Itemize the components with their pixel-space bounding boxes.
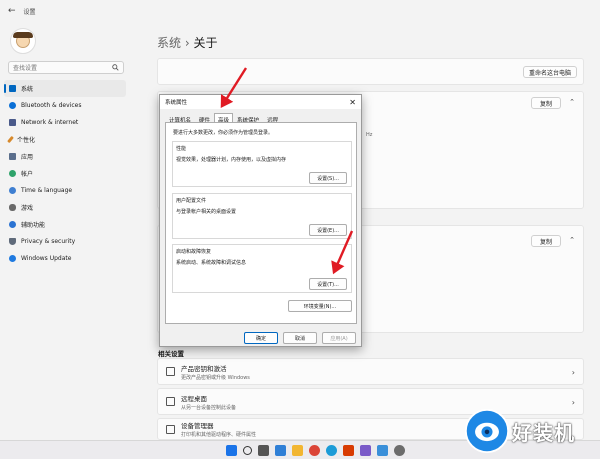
- search-placeholder: 查找设置: [13, 65, 38, 72]
- sidebar-item-time-language[interactable]: Time & language: [4, 182, 126, 199]
- start-icon[interactable]: [225, 444, 237, 456]
- refresh-rate-partial: Hz: [366, 132, 373, 138]
- sidebar-item-windows-update[interactable]: Windows Update: [4, 250, 126, 267]
- related-settings-heading: 相关设置: [158, 350, 184, 358]
- dialog-title: 系统属性: [165, 100, 188, 106]
- chevron-up-icon[interactable]: ⌃: [569, 98, 575, 106]
- chevron-right-icon: ›: [571, 368, 575, 377]
- page-title: 系统 › 关于: [157, 34, 218, 51]
- avatar[interactable]: [10, 28, 36, 54]
- key-icon: [166, 367, 175, 376]
- system-properties-dialog: 系统属性 ✕ 计算机名 硬件 高级 系统保护 远程 要进行大多数更改，你必须作为…: [159, 94, 362, 347]
- startup-recovery-group-desc: 系统启动、系统故障和调试信息: [176, 260, 247, 266]
- admin-note: 要进行大多数更改，你必须作为管理员登录。: [173, 130, 274, 136]
- avatar-face-icon: [13, 32, 33, 48]
- brush-icon: [7, 135, 14, 144]
- app-icon[interactable]: [359, 444, 371, 456]
- store-icon[interactable]: [376, 444, 388, 456]
- performance-group: 性能 视觉效果，处理器计划，内存使用，以及虚拟内存 设置(S)...: [172, 141, 352, 187]
- shield-icon: [9, 238, 16, 245]
- breadcrumb-chevron-icon: ›: [184, 36, 190, 50]
- user-profiles-settings-button[interactable]: 设置(E)...: [309, 224, 347, 236]
- sidebar-item-accounts[interactable]: 帐户: [4, 165, 126, 182]
- back-arrow-icon[interactable]: ←: [8, 6, 16, 16]
- dialog-titlebar: 系统属性 ✕: [160, 95, 361, 109]
- related-row-activation[interactable]: 产品密钥和激活 更改产品密钥或升级 Windows ›: [157, 358, 584, 385]
- advanced-tab-panel: 要进行大多数更改，你必须作为管理员登录。 性能 视觉效果，处理器计划，内存使用，…: [165, 122, 357, 324]
- device-manager-icon: [166, 424, 175, 434]
- gamepad-icon: [9, 204, 16, 211]
- chevron-right-icon: ›: [571, 398, 575, 407]
- user-profiles-group-desc: 与登录帐户相关的桌面设置: [176, 209, 237, 215]
- startup-recovery-group: 启动和故障恢复 系统启动、系统故障和调试信息 设置(T)...: [172, 244, 352, 293]
- copy-button[interactable]: 复制: [531, 97, 561, 109]
- startup-recovery-group-title: 启动和故障恢复: [176, 249, 212, 255]
- copy-button-2[interactable]: 复制: [531, 235, 561, 247]
- search-icon: [112, 64, 119, 71]
- widgets-icon[interactable]: [274, 444, 286, 456]
- sidebar: 查找设置 系统 Bluetooth & devices Network & in…: [0, 22, 128, 441]
- user-profiles-group: 用户配置文件 与登录帐户相关的桌面设置 设置(E)...: [172, 193, 352, 239]
- window-title: 设置: [23, 8, 36, 16]
- globe-clock-icon: [9, 187, 16, 194]
- breadcrumb-parent[interactable]: 系统: [157, 36, 181, 50]
- close-icon[interactable]: ✕: [349, 98, 356, 107]
- cancel-button[interactable]: 取消: [283, 332, 317, 344]
- chevron-up-icon-2[interactable]: ⌃: [569, 236, 575, 244]
- task-view-icon[interactable]: [257, 444, 269, 456]
- account-icon: [9, 170, 16, 177]
- wifi-icon: [9, 119, 16, 126]
- breadcrumb-current: 关于: [193, 36, 218, 50]
- sidebar-item-personalization[interactable]: 个性化: [4, 131, 126, 148]
- apply-button[interactable]: 应用(A): [322, 332, 356, 344]
- accessibility-icon: [9, 221, 16, 228]
- chrome-icon[interactable]: [308, 444, 320, 456]
- watermark: 好装机: [464, 408, 575, 454]
- watermark-logo-icon: [464, 408, 510, 454]
- sidebar-nav: 系统 Bluetooth & devices Network & interne…: [4, 80, 126, 267]
- settings-icon[interactable]: [393, 444, 405, 456]
- update-icon: [9, 255, 16, 262]
- sidebar-item-network[interactable]: Network & internet: [4, 114, 126, 131]
- sidebar-item-accessibility[interactable]: 辅助功能: [4, 216, 126, 233]
- startup-recovery-settings-button[interactable]: 设置(T)...: [309, 278, 347, 290]
- search-icon[interactable]: [242, 445, 252, 455]
- sidebar-item-gaming[interactable]: 游戏: [4, 199, 126, 216]
- watermark-text: 好装机: [512, 420, 575, 445]
- performance-group-desc: 视觉效果，处理器计划，内存使用，以及虚拟内存: [176, 157, 287, 163]
- search-input[interactable]: 查找设置: [8, 61, 124, 74]
- rename-pc-button[interactable]: 重命名这台电脑: [523, 66, 577, 78]
- monitor-icon: [9, 85, 16, 92]
- ok-button[interactable]: 确定: [244, 332, 278, 344]
- sidebar-item-apps[interactable]: 应用: [4, 148, 126, 165]
- device-name-card: 重命名这台电脑: [157, 58, 584, 85]
- sidebar-item-bluetooth[interactable]: Bluetooth & devices: [4, 97, 126, 114]
- user-profiles-group-title: 用户配置文件: [176, 198, 207, 204]
- environment-variables-button[interactable]: 环境变量(N)...: [288, 300, 352, 312]
- performance-settings-button[interactable]: 设置(S)...: [309, 172, 347, 184]
- office-icon[interactable]: [342, 444, 354, 456]
- performance-group-title: 性能: [176, 146, 187, 152]
- sidebar-item-privacy[interactable]: Privacy & security: [4, 233, 126, 250]
- window-titlebar: ← 设置: [0, 0, 600, 22]
- sidebar-item-system[interactable]: 系统: [4, 80, 126, 97]
- apps-icon: [9, 153, 16, 160]
- explorer-icon[interactable]: [291, 444, 303, 456]
- bluetooth-icon: [9, 102, 16, 109]
- edge-icon[interactable]: [325, 444, 337, 456]
- remote-icon: [166, 397, 175, 406]
